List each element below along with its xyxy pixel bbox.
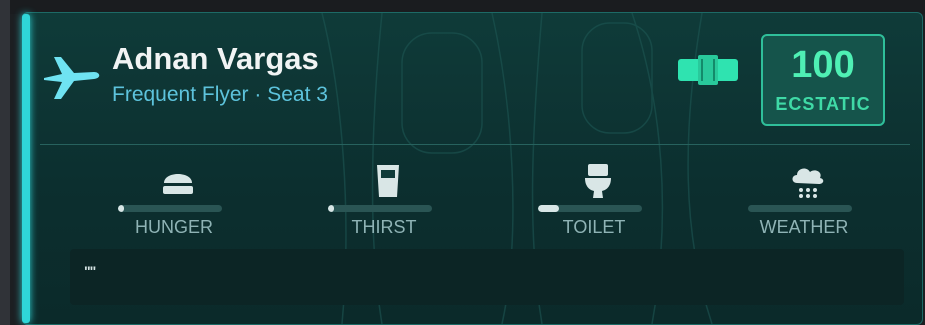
need-hunger: HUNGER bbox=[118, 153, 248, 243]
weather-label: WEATHER bbox=[759, 217, 849, 237]
toilet-level-fill bbox=[538, 205, 559, 212]
ticket-icon bbox=[678, 55, 738, 85]
thirst-level-fill bbox=[328, 205, 335, 212]
section-divider bbox=[40, 144, 910, 145]
speech-text: "" bbox=[84, 263, 96, 279]
card-accent-stripe bbox=[22, 14, 30, 323]
mood-badge: 100 ECSTATIC bbox=[761, 34, 885, 126]
need-thirst: THIRST bbox=[328, 153, 458, 243]
hunger-level-fill bbox=[118, 205, 125, 212]
passenger-subtitle: Frequent Flyer · Seat 3 bbox=[112, 83, 328, 106]
passenger-name: Adnan Vargas bbox=[112, 41, 319, 76]
airplane-icon bbox=[44, 57, 100, 99]
passenger-card[interactable]: Adnan Vargas Frequent Flyer · Seat 3 100… bbox=[22, 12, 923, 325]
toilet-label: TOILET bbox=[562, 217, 626, 237]
hunger-label: HUNGER bbox=[134, 217, 213, 237]
thirst-level-bar bbox=[328, 205, 432, 212]
mood-label: ECSTATIC bbox=[775, 94, 871, 114]
toilet-icon bbox=[585, 164, 611, 198]
rain-cloud-icon bbox=[792, 168, 824, 198]
hunger-level-bar bbox=[118, 205, 222, 212]
weather-level-bar bbox=[748, 205, 852, 212]
speech-bar: "" bbox=[70, 249, 904, 305]
need-weather: WEATHER bbox=[748, 153, 878, 243]
window-left-edge bbox=[0, 0, 10, 325]
thirst-label: THIRST bbox=[351, 217, 417, 237]
need-toilet: TOILET bbox=[538, 153, 668, 243]
cup-icon bbox=[377, 165, 399, 197]
mood-value: 100 bbox=[791, 44, 855, 86]
toilet-level-bar bbox=[538, 205, 642, 212]
food-icon bbox=[163, 174, 193, 194]
